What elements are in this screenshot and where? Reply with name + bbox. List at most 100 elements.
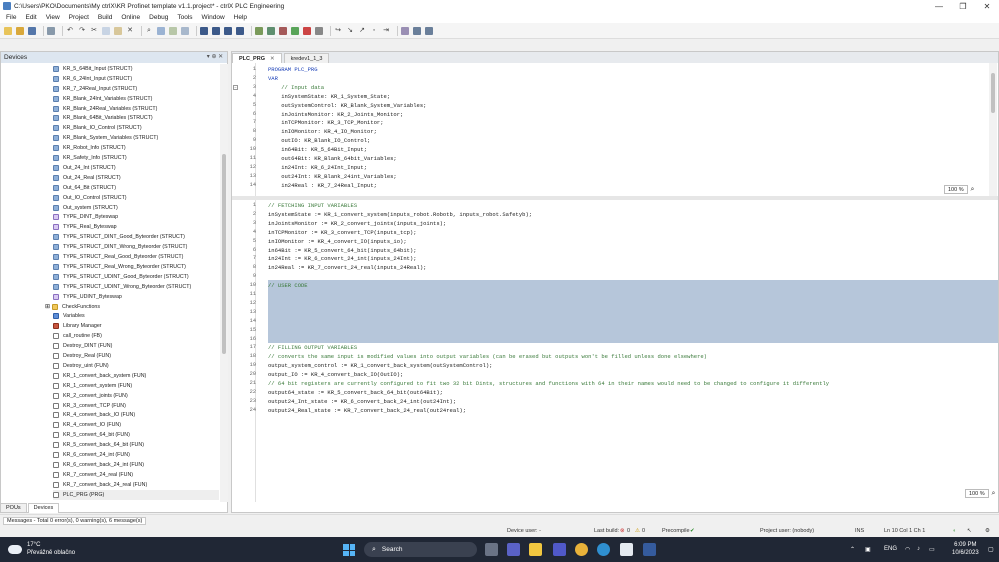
- tree-item[interactable]: TYPE_Real_Byteswap: [53, 222, 219, 232]
- open-project-icon[interactable]: [16, 26, 24, 35]
- tree-item[interactable]: KR_6_convert_back_24_int (FUN): [53, 460, 219, 470]
- tree-item[interactable]: KR_Blank_IO_Control (STRUCT): [53, 123, 219, 133]
- tree-item[interactable]: KR_7_24Real_Input (STRUCT): [53, 84, 219, 94]
- implementation-zoom[interactable]: 100 %: [965, 489, 989, 498]
- undo-icon[interactable]: ↶: [66, 27, 74, 35]
- start-menu-icon[interactable]: [343, 544, 355, 556]
- tree-item[interactable]: TYPE_STRUCT_DINT_Wrong_Byteorder (STRUCT…: [53, 242, 219, 252]
- tree-item[interactable]: KR_Blank_64Bit_Variables (STRUCT): [53, 114, 219, 124]
- tree-item[interactable]: TYPE_STRUCT_UDINT_Wrong_Byteorder (STRUC…: [53, 282, 219, 292]
- tree-item[interactable]: KR_6_convert_24_int (FUN): [53, 450, 219, 460]
- tab-pous[interactable]: POUs: [0, 503, 27, 513]
- panel-options-icon[interactable]: ▾ ⊕ ✕: [203, 52, 227, 63]
- replace-icon[interactable]: [157, 26, 165, 35]
- select-all-icon[interactable]: [169, 26, 177, 35]
- logout-icon[interactable]: [279, 26, 287, 35]
- tree-item[interactable]: KR_1_convert_back_system (FUN): [53, 371, 219, 381]
- close-tab-icon[interactable]: ✕: [270, 56, 275, 62]
- tree-item[interactable]: KR_7_convert_back_24_real (FUN): [53, 480, 219, 490]
- tree-item[interactable]: KR_7_convert_24_real (FUN): [53, 470, 219, 480]
- tree-item[interactable]: KR_5_convert_back_64_bit (FUN): [53, 440, 219, 450]
- run-to-cursor-icon[interactable]: ⇥: [382, 27, 390, 35]
- cut-icon[interactable]: ✂: [90, 27, 98, 35]
- declaration-scrollbar[interactable]: [989, 63, 997, 196]
- tree-item[interactable]: Library Manager: [53, 321, 219, 331]
- tree-item[interactable]: PLC_PRG (PRG): [53, 489, 219, 500]
- tree-item[interactable]: Variables: [53, 312, 219, 322]
- menu-tools[interactable]: Tools: [177, 14, 192, 21]
- tree-item[interactable]: Destroy_Real (FUN): [53, 351, 219, 361]
- edge-icon[interactable]: [597, 543, 610, 556]
- tray-app-icon[interactable]: ▣: [865, 546, 871, 553]
- battery-icon[interactable]: ▭: [929, 546, 935, 553]
- scrollbar-thumb[interactable]: [991, 73, 995, 113]
- step-into-icon[interactable]: ↘: [346, 27, 354, 35]
- fold-toggle-icon[interactable]: −: [233, 85, 238, 90]
- minimize-button[interactable]: —: [927, 2, 951, 11]
- tree-item[interactable]: ⊞ CheckFunctions: [45, 302, 211, 312]
- menu-view[interactable]: View: [46, 14, 60, 21]
- file-explorer-icon[interactable]: [529, 543, 542, 556]
- tree-item[interactable]: KR_5_convert_64_bit (FUN): [53, 430, 219, 440]
- tab-kredev[interactable]: kredev1_1_3: [283, 53, 330, 63]
- toggle-bookmark-icon[interactable]: [200, 26, 208, 35]
- teams-icon[interactable]: [553, 543, 566, 556]
- force-values-icon[interactable]: [401, 26, 409, 35]
- tree-item[interactable]: KR_1_convert_system (FUN): [53, 381, 219, 391]
- step-out-icon[interactable]: ↗: [358, 27, 366, 35]
- maximize-button[interactable]: ❐: [951, 2, 975, 11]
- volume-icon[interactable]: ♪: [917, 546, 920, 552]
- tree-item[interactable]: TYPE_STRUCT_Real_Good_Byteorder (STRUCT): [53, 252, 219, 262]
- menu-window[interactable]: Window: [202, 14, 225, 21]
- write-values-icon[interactable]: [413, 26, 421, 35]
- expand-icon[interactable]: ⊞: [45, 303, 50, 310]
- menu-online[interactable]: Online: [121, 14, 140, 21]
- breakpoint-icon[interactable]: ◦: [370, 27, 378, 35]
- tree-item[interactable]: Out_IO_Control (STRUCT): [53, 193, 219, 203]
- tree-item[interactable]: TYPE_STRUCT_DINT_Good_Byteorder (STRUCT): [53, 232, 219, 242]
- paste-icon[interactable]: [114, 26, 122, 35]
- tree-item[interactable]: Out_system (STRUCT): [53, 203, 219, 213]
- tree-item[interactable]: Out_24_Int (STRUCT): [53, 163, 219, 173]
- menu-file[interactable]: File: [6, 14, 16, 21]
- tree-item[interactable]: Destroy_DINT (FUN): [53, 341, 219, 351]
- tree-item[interactable]: KR_Safety_Info (STRUCT): [53, 153, 219, 163]
- stop-icon[interactable]: [303, 26, 311, 35]
- chrome-icon[interactable]: [575, 543, 588, 556]
- tree-item[interactable]: call_routine (FB): [53, 331, 219, 341]
- taskbar-search[interactable]: ⌕ Search: [364, 542, 477, 557]
- weather-widget[interactable]: 17°C Převážně oblačno: [8, 541, 75, 557]
- copy-icon[interactable]: [102, 26, 110, 35]
- step-over-icon[interactable]: ↪: [334, 27, 342, 35]
- tree-item[interactable]: KR_3_convert_TCP (FUN): [53, 401, 219, 411]
- close-button[interactable]: ✕: [975, 2, 999, 11]
- menu-build[interactable]: Build: [98, 14, 112, 21]
- start-icon[interactable]: [291, 26, 299, 35]
- tree-item[interactable]: TYPE_STRUCT_UDINT_Good_Byteorder (STRUCT…: [53, 272, 219, 282]
- find-icon[interactable]: ⌕: [145, 27, 153, 35]
- tree-item[interactable]: KR_Robot_Info (STRUCT): [53, 143, 219, 153]
- build-icon[interactable]: [255, 26, 263, 35]
- notification-icon[interactable]: ▢: [988, 546, 994, 553]
- menu-project[interactable]: Project: [69, 14, 89, 21]
- task-view-icon[interactable]: [485, 543, 498, 556]
- tree-item[interactable]: KR_Blank_System_Variables (STRUCT): [53, 133, 219, 143]
- declaration-zoom[interactable]: 100 %: [944, 185, 968, 194]
- menu-edit[interactable]: Edit: [25, 14, 36, 21]
- tree-item[interactable]: KR_6_24Int_Input (STRUCT): [53, 74, 219, 84]
- tree-item[interactable]: KR_2_convert_joints (FUN): [53, 391, 219, 401]
- tree-item[interactable]: TYPE_STRUCT_Real_Wrong_Byteorder (STRUCT…: [53, 262, 219, 272]
- reset-icon[interactable]: [315, 26, 323, 35]
- bookmark-icon[interactable]: [181, 26, 189, 35]
- zoom-icon[interactable]: ⌕: [968, 185, 977, 194]
- tab-plc-prg[interactable]: PLC_PRG ✕: [232, 53, 282, 63]
- tab-devices[interactable]: Devices: [27, 503, 60, 513]
- implementation-pane[interactable]: 1 // FETCHING INPUT VARIABLES 2 inSystemSta…: [232, 200, 998, 502]
- next-bookmark-icon[interactable]: [212, 26, 220, 35]
- zoom-icon[interactable]: ⌕: [989, 489, 998, 498]
- tree-item[interactable]: Out_64_Bit (STRUCT): [53, 183, 219, 193]
- tree-item[interactable]: KR_4_convert_IO (FUN): [53, 420, 219, 430]
- menu-debug[interactable]: Debug: [149, 14, 168, 21]
- teams-chat-icon[interactable]: [507, 543, 520, 556]
- tree-item[interactable]: Destroy_uint (FUN): [53, 361, 219, 371]
